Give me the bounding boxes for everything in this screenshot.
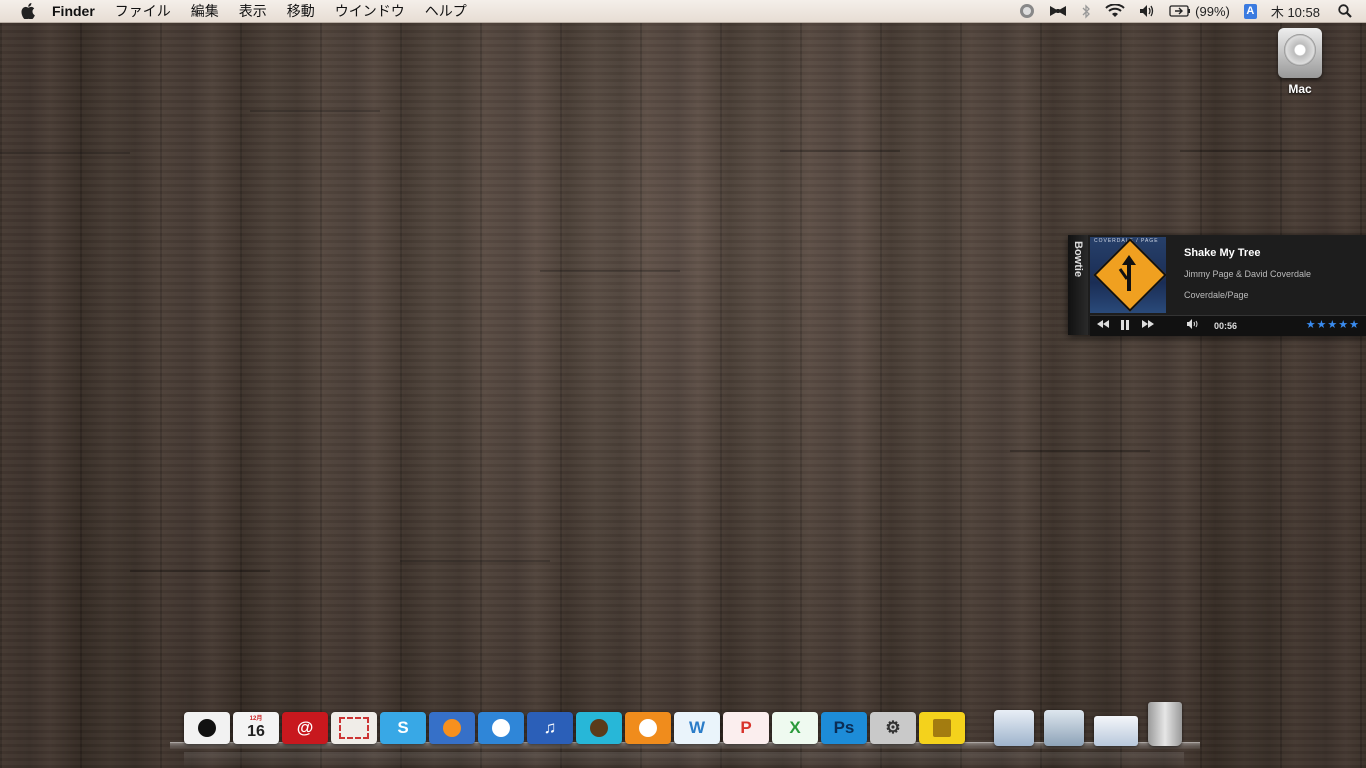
- bowtie-menu-icon[interactable]: [1049, 4, 1067, 18]
- photoshop-icon[interactable]: Ps: [821, 712, 867, 744]
- calendar-month-label: 12月: [249, 715, 263, 722]
- owl-icon[interactable]: [576, 712, 622, 744]
- apple-menu-icon[interactable]: [18, 1, 38, 21]
- wood-seam: [0, 152, 130, 154]
- powerpoint-icon[interactable]: P: [723, 712, 769, 744]
- adium-icon[interactable]: [184, 712, 230, 744]
- calendar-day-label: 16: [247, 722, 265, 740]
- wifi-icon[interactable]: [1105, 4, 1125, 18]
- pause-icon[interactable]: [1120, 319, 1130, 334]
- system-preferences-icon[interactable]: ⚙: [870, 712, 916, 744]
- menu-help[interactable]: ヘルプ: [425, 1, 467, 21]
- excel-icon[interactable]: X: [772, 712, 818, 744]
- track-album: Coverdale/Page: [1184, 290, 1249, 300]
- dock-reflection: [184, 752, 1184, 768]
- volume-control-icon[interactable]: [1186, 319, 1200, 332]
- menu-view[interactable]: 表示: [239, 1, 267, 21]
- bowtie-tab-label: Bowtie: [1072, 241, 1084, 278]
- spotlight-search-icon[interactable]: [1338, 4, 1352, 18]
- hard-disk-icon: [1278, 28, 1322, 78]
- volume-icon[interactable]: [1139, 4, 1155, 18]
- firefox-glyph: [443, 719, 461, 737]
- track-artist: Jimmy Page & David Coverdale: [1184, 269, 1312, 279]
- safari-glyph: [492, 719, 510, 737]
- input-method-label: A: [1243, 3, 1257, 19]
- ical-icon[interactable]: 12月 16: [233, 712, 279, 744]
- input-method-icon[interactable]: A: [1243, 3, 1257, 19]
- skype-icon[interactable]: S: [380, 712, 426, 744]
- playback-controls: 00:56 ★★★★★: [1090, 315, 1366, 336]
- menu-extras: (99%) A 木 10:58: [1005, 0, 1352, 22]
- menu-window[interactable]: ウインドウ: [335, 1, 405, 21]
- menu-clock[interactable]: 木 10:58: [1271, 2, 1320, 21]
- wood-seam: [780, 150, 900, 152]
- itunes-glyph: ♫: [543, 718, 557, 737]
- downloads-folder-icon[interactable]: [1044, 710, 1084, 746]
- previous-track-icon[interactable]: [1096, 319, 1110, 332]
- excel-glyph: X: [789, 718, 801, 737]
- photoshop-glyph: Ps: [833, 718, 855, 737]
- wood-seam: [540, 270, 680, 272]
- word-icon[interactable]: W: [674, 712, 720, 744]
- elapsed-time: 00:56: [1214, 321, 1238, 331]
- battery-percentage[interactable]: (99%): [1195, 4, 1230, 19]
- mail-icon[interactable]: @: [282, 712, 328, 744]
- dock-right-section: [994, 702, 1182, 746]
- applications-folder-icon[interactable]: [994, 710, 1034, 746]
- safari-icon[interactable]: [478, 712, 524, 744]
- menu-app-name[interactable]: Finder: [52, 3, 95, 19]
- system-preferences-glyph: ⚙: [885, 718, 901, 737]
- trash-icon[interactable]: [1148, 702, 1182, 746]
- menu-go[interactable]: 移動: [287, 1, 315, 21]
- archive-icon[interactable]: [919, 712, 965, 744]
- menu-edit[interactable]: 編集: [191, 1, 219, 21]
- desktop-hard-disk[interactable]: Mac: [1270, 28, 1330, 96]
- menu-bar: Finder ファイル 編集 表示 移動 ウインドウ ヘルプ (99%) A 木…: [0, 0, 1366, 23]
- wood-seam: [1010, 450, 1150, 452]
- bluetooth-icon[interactable]: [1081, 3, 1091, 19]
- next-track-icon[interactable]: [1141, 319, 1155, 332]
- bowtie-tab[interactable]: Bowtie: [1068, 235, 1088, 335]
- hard-disk-label: Mac: [1288, 82, 1312, 96]
- stamps-glyph: [339, 717, 369, 739]
- album-art[interactable]: COVERDALE / PAGE: [1090, 237, 1166, 313]
- wood-seam: [130, 570, 270, 572]
- dock: 12月 16 @ S ♫ W P X Ps ⚙: [184, 712, 965, 746]
- rss-icon[interactable]: [625, 712, 671, 744]
- wood-seam: [1180, 150, 1310, 152]
- firefox-icon[interactable]: [429, 712, 475, 744]
- sync-icon[interactable]: [1019, 3, 1035, 19]
- bowtie-widget: Bowtie COVERDALE / PAGE Shake My Tree Ji…: [1068, 235, 1366, 336]
- adium-glyph: [198, 719, 216, 737]
- merge-arrow-icon: [1118, 253, 1140, 299]
- desktop-wallpaper: [0, 0, 1366, 768]
- track-rating[interactable]: ★★★★★: [1306, 318, 1360, 331]
- documents-stack-icon[interactable]: [1094, 716, 1138, 746]
- skype-glyph: S: [397, 718, 409, 737]
- wood-seam: [400, 560, 550, 562]
- wood-seam: [250, 110, 380, 112]
- stamps-icon[interactable]: [331, 712, 377, 744]
- track-title: Shake My Tree: [1184, 247, 1261, 259]
- archive-glyph: [933, 719, 951, 737]
- itunes-icon[interactable]: ♫: [527, 712, 573, 744]
- rss-glyph: [639, 719, 657, 737]
- mail-glyph: @: [296, 718, 314, 737]
- battery-icon[interactable]: [1169, 5, 1191, 17]
- menu-file[interactable]: ファイル: [115, 1, 171, 21]
- word-glyph: W: [688, 718, 706, 737]
- powerpoint-glyph: P: [740, 718, 752, 737]
- owl-glyph: [590, 719, 608, 737]
